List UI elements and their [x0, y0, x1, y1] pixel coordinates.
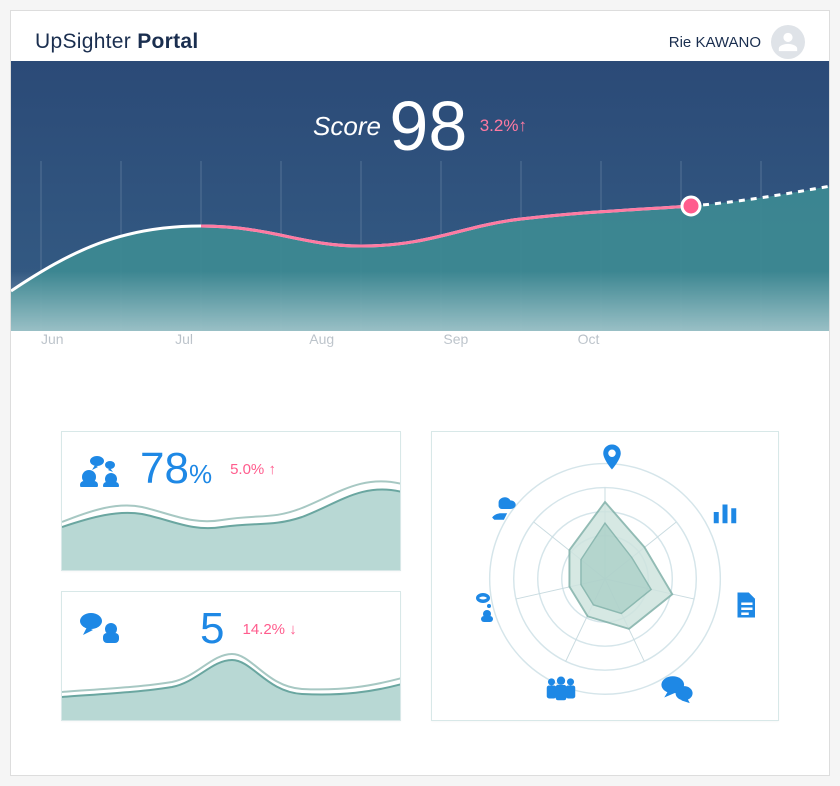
- cards-row: 78% 5.0% ↑: [11, 431, 829, 721]
- score-delta: 3.2%↑: [480, 116, 527, 136]
- location-pin-icon: [597, 442, 627, 472]
- arrow-down-icon: ↓: [289, 621, 297, 638]
- arrow-up-icon: ↑: [268, 461, 276, 478]
- metric-delta: 5.0% ↑: [230, 461, 276, 478]
- user-name: Rie KAWANO: [669, 34, 761, 51]
- header: UpSighter Portal Rie KAWANO: [11, 11, 829, 69]
- people-chat-icon: [76, 451, 126, 487]
- avatar[interactable]: [771, 25, 805, 59]
- chat-bubbles-icon: [660, 672, 694, 706]
- comment-user-icon: [76, 611, 126, 647]
- team-icon: [542, 670, 580, 708]
- conversations-card[interactable]: 5 14.2% ↓: [61, 591, 401, 721]
- metric-value: 78%: [140, 444, 212, 494]
- gradient-fade: [11, 271, 829, 451]
- brand-logo: UpSighter Portal: [35, 30, 199, 54]
- radar-card[interactable]: [431, 431, 779, 721]
- card-header: 5 14.2% ↓: [76, 604, 386, 654]
- thinking-user-icon: [470, 592, 500, 622]
- score-label: Score: [313, 111, 381, 142]
- app-frame: UpSighter Portal Rie KAWANO: [10, 10, 830, 776]
- arrow-up-icon: ↑: [518, 116, 527, 135]
- engagement-card[interactable]: 78% 5.0% ↑: [61, 431, 401, 571]
- score-display: Score 98 3.2%↑: [11, 91, 829, 161]
- radar-chart: [432, 432, 778, 720]
- document-icon: [730, 590, 760, 620]
- score-value: 98: [389, 91, 467, 161]
- bar-chart-icon: [710, 497, 740, 527]
- user-icon: [777, 31, 799, 53]
- brand-text-bold: Portal: [137, 30, 198, 53]
- metric-delta: 14.2% ↓: [242, 621, 296, 638]
- brand-text-light: UpSighter: [35, 30, 131, 53]
- user-area[interactable]: Rie KAWANO: [669, 25, 805, 59]
- card-header: 78% 5.0% ↑: [76, 444, 386, 494]
- metric-value: 5: [200, 604, 224, 654]
- offering-hand-icon: [490, 494, 520, 524]
- cards-left-column: 78% 5.0% ↑: [61, 431, 401, 721]
